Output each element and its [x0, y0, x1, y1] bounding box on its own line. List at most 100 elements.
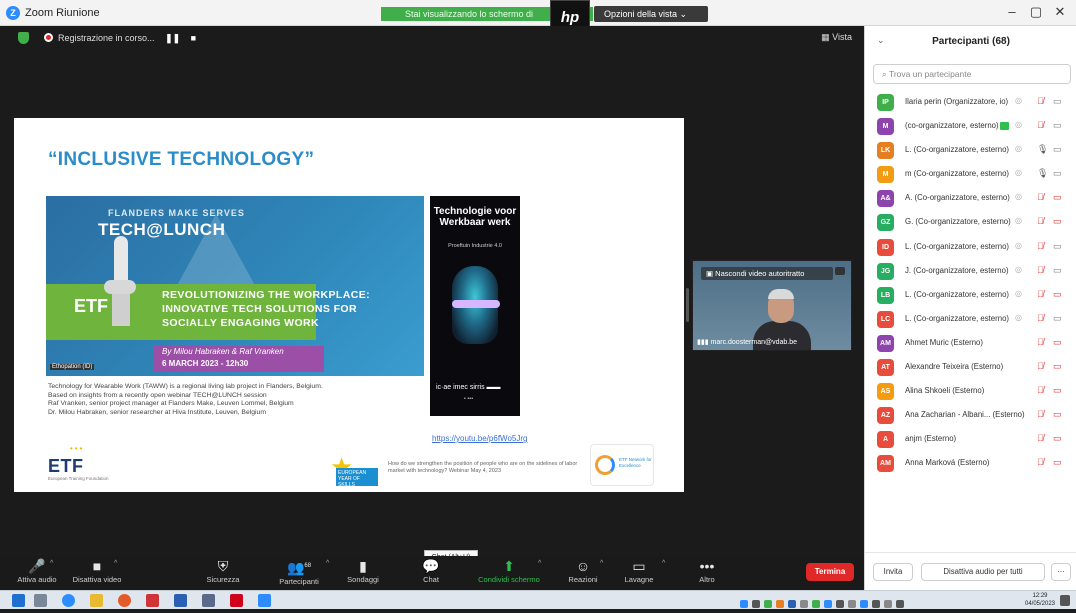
participant-name: Ahmet Muric (Esterno): [905, 337, 983, 347]
video-icon[interactable]: ▭: [1053, 241, 1062, 252]
microphone-muted-icon[interactable]: 🎙̸: [1037, 337, 1044, 347]
close-button[interactable]: ✕: [1050, 4, 1070, 20]
audio-options-caret[interactable]: ^: [50, 560, 53, 567]
share-screen-button[interactable]: ⬆ Condividi schermo ^: [474, 558, 544, 585]
microphone-muted-icon[interactable]: 🎙̸: [1037, 361, 1044, 371]
mute-all-button[interactable]: Disattiva audio per tutti: [921, 563, 1045, 581]
video-icon[interactable]: ▭: [1053, 265, 1062, 276]
video-icon[interactable]: ▭: [1053, 168, 1062, 179]
edge-browser-icon[interactable]: [62, 594, 75, 607]
video-icon[interactable]: ▭: [1053, 144, 1062, 155]
stop-recording-button[interactable]: ■: [191, 31, 196, 46]
microphone-muted-icon[interactable]: 🎙̸: [1037, 120, 1044, 130]
file-explorer-icon[interactable]: [90, 594, 103, 607]
hide-self-view-button[interactable]: ▣ Nascondi video autoritratto: [701, 267, 833, 280]
share-options-caret[interactable]: ^: [538, 560, 541, 567]
video-off-icon[interactable]: ▭: [1053, 216, 1062, 227]
participant-row[interactable]: A& A. (Co-organizzatore, esterno) ◎ 🎙̸ ▭: [865, 186, 1076, 210]
participant-row[interactable]: Aanjm (Esterno) 🎙̸ ▭: [865, 427, 1076, 451]
maximize-button[interactable]: ▢: [1026, 4, 1046, 20]
security-shield-icon[interactable]: [18, 32, 29, 44]
video-icon[interactable]: ▭: [1053, 313, 1062, 324]
microphone-muted-icon[interactable]: 🎙̸: [1037, 265, 1044, 275]
view-options-button[interactable]: Opzioni della vista ⌄: [594, 6, 708, 22]
stop-video-button[interactable]: ■ Disattiva video ^: [62, 558, 132, 585]
screen-sharing-icon: [1000, 122, 1009, 131]
participant-row[interactable]: AT Alexandre Teixeira (Esterno) 🎙̸ ▭: [865, 355, 1076, 379]
caption-icon: ◎: [1015, 120, 1022, 130]
whiteboard-options-caret[interactable]: ^: [662, 560, 665, 567]
participant-search-input[interactable]: ⌕ Trova un partecipante: [873, 64, 1071, 84]
participant-row[interactable]: LC L. (Co-organizzatore, esterno) ◎ 🎙̸ ▭: [865, 307, 1076, 331]
video-off-icon[interactable]: ▭: [1053, 409, 1062, 420]
video-off-icon[interactable]: ▭: [1053, 457, 1062, 468]
participant-row[interactable]: LK L. (Co-organizzatore, esterno) ◎ 🎙 ▭: [865, 138, 1076, 162]
participant-row[interactable]: AM Ahmet Muric (Esterno) 🎙̸ ▭: [865, 331, 1076, 355]
participant-video-tile[interactable]: ▣ Nascondi video autoritratto ▮▮▮ marc.d…: [692, 260, 852, 351]
minimize-button[interactable]: –: [1002, 4, 1022, 19]
participants-button[interactable]: 👥68 Partecipanti ^: [264, 558, 334, 587]
participant-row[interactable]: AS Alina Shkoeli (Esterno) 🎙̸ ▭: [865, 379, 1076, 403]
chrome-icon[interactable]: [118, 594, 131, 607]
microphone-muted-icon[interactable]: 🎙̸: [1037, 409, 1044, 419]
zoom-taskbar-icon[interactable]: [258, 594, 271, 607]
microphone-muted-icon[interactable]: 🎙̸: [1037, 433, 1044, 443]
microphone-muted-icon[interactable]: 🎙̸: [1037, 192, 1044, 202]
caption-icon: ◎: [1015, 240, 1022, 250]
microphone-muted-icon[interactable]: 🎙̸: [1037, 289, 1044, 299]
participant-row[interactable]: IP Ilaria perin (Organizzatore, io) ◎ 🎙̸ ▭: [865, 90, 1076, 114]
video-off-icon[interactable]: ▭: [1053, 289, 1062, 300]
view-button[interactable]: ▦ Vista: [821, 32, 852, 43]
video-off-icon[interactable]: ▭: [1053, 337, 1062, 348]
taskbar-clock[interactable]: 12:29 04/05/2023: [1022, 592, 1058, 608]
whiteboards-button[interactable]: ▭ Lavagne ^: [604, 558, 674, 585]
video-options-caret[interactable]: ^: [114, 560, 117, 567]
chat-button[interactable]: 💬 Chat: [396, 558, 466, 585]
avatar: AM: [877, 334, 894, 352]
participant-row[interactable]: AZ Ana Zacharian - Albani... (Esterno) 🎙̸ ▭: [865, 403, 1076, 427]
video-off-icon[interactable]: ▭: [1053, 361, 1062, 372]
microphone-muted-icon[interactable]: 🎙̸: [1037, 216, 1044, 226]
microphone-muted-icon[interactable]: 🎙̸: [1037, 313, 1044, 323]
video-off-icon[interactable]: ▭: [1053, 192, 1062, 203]
microphone-muted-icon[interactable]: 🎙̸: [1037, 96, 1044, 106]
microphone-icon[interactable]: 🎙: [1037, 144, 1048, 155]
video-icon[interactable]: ▭: [1053, 120, 1062, 131]
reactions-options-caret[interactable]: ^: [600, 560, 603, 567]
participant-row[interactable]: JG J. (Co-organizzatore, esterno) ◎ 🎙̸ ▭: [865, 259, 1076, 283]
participant-row[interactable]: ID L. (Co-organizzatore, esterno) ◎ 🎙̸ ▭: [865, 235, 1076, 259]
microphone-muted-icon[interactable]: 🎙̸: [1037, 385, 1044, 395]
panel-more-button[interactable]: ···: [1051, 563, 1071, 581]
video-off-icon[interactable]: ▭: [1053, 385, 1062, 396]
pause-recording-button[interactable]: ❚❚: [165, 31, 180, 46]
participant-row[interactable]: M (co-organizzatore, esterno) ◎ 🎙̸ ▭: [865, 114, 1076, 138]
participant-name-label: ▮▮▮ marc.doosterman@vdab.be: [697, 339, 797, 346]
video-icon[interactable]: ▭: [1053, 96, 1062, 107]
participant-row[interactable]: Mm (Co-organizzatore, esterno) ◎ 🎙 ▭: [865, 162, 1076, 186]
microphone-muted-icon[interactable]: 🎙̸: [1037, 241, 1044, 251]
invite-button[interactable]: Invita: [873, 563, 913, 581]
security-button[interactable]: ⛨ Sicurezza: [188, 558, 258, 585]
participant-row[interactable]: GZ G. (Co-organizzatore, esterno) ◎ 🎙̸ ▭: [865, 210, 1076, 234]
split-drag-handle[interactable]: [686, 288, 689, 322]
microphone-icon[interactable]: 🎙: [1037, 168, 1048, 179]
windows-start-icon[interactable]: [12, 594, 25, 607]
teams-icon[interactable]: [202, 594, 215, 607]
more-button[interactable]: ••• Altro: [672, 558, 742, 585]
participant-row[interactable]: AM Anna Marková (Esterno) 🎙̸ ▭: [865, 451, 1076, 475]
polls-button[interactable]: ▮ Sondaggi: [328, 558, 398, 585]
video-camera-icon: ■: [92, 558, 102, 574]
acrobat-icon[interactable]: [230, 594, 243, 607]
powerpoint-icon[interactable]: [146, 594, 159, 607]
youtube-link[interactable]: https://youtu.be/p6fWo5Jrg: [432, 434, 527, 443]
notifications-icon[interactable]: [1060, 595, 1070, 606]
tile-more-icon[interactable]: [835, 267, 845, 275]
video-off-icon[interactable]: ▭: [1053, 433, 1062, 444]
microphone-muted-icon[interactable]: 🎙̸: [1037, 457, 1044, 467]
more-label: Altro: [699, 575, 715, 584]
outlook-icon[interactable]: [174, 594, 187, 607]
end-meeting-button[interactable]: Termina: [806, 563, 854, 581]
webinar-caption: How do we strengthen the position of peo…: [388, 461, 578, 474]
participant-row[interactable]: LB L. (Co-organizzatore, esterno) ◎ 🎙̸ ▭: [865, 283, 1076, 307]
task-view-icon[interactable]: [34, 594, 47, 607]
